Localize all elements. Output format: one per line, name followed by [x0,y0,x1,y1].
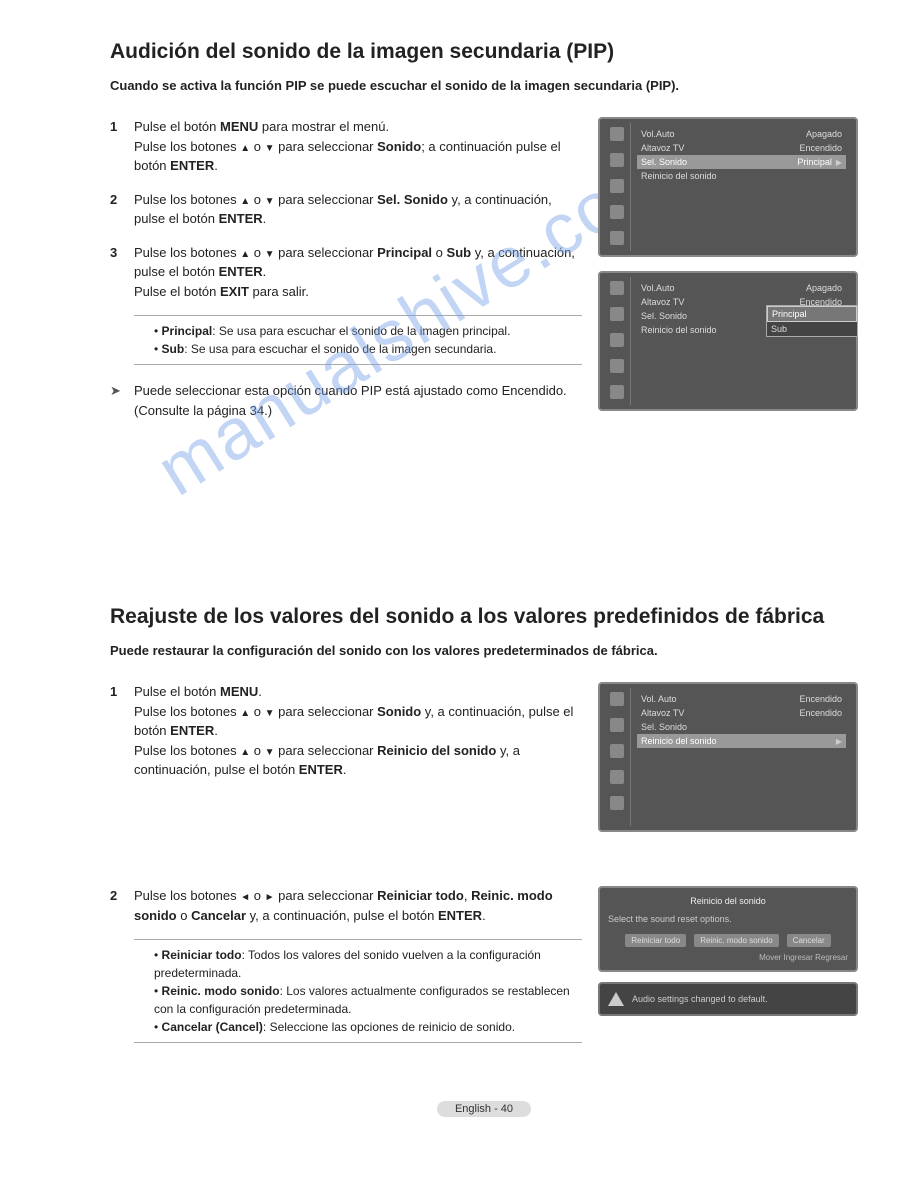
osd-icon [610,796,624,810]
osd-icon [610,205,624,219]
note-item: Reinic. modo sonido: Los valores actualm… [154,982,582,1018]
osd-dialog-button: Reinic. modo sonido [694,934,778,947]
osd-iconstrip [604,688,631,826]
note-item: Principal: Se usa para escuchar el sonid… [154,322,582,340]
osd-icon [610,231,624,245]
up-arrow-icon [240,743,250,758]
osd-row: Altavoz TVEncendido [637,141,846,155]
step: 2Pulse los botones o para seleccionar Se… [110,190,582,229]
section1-right: Vol.AutoApagadoAltavoz TVEncendidoSel. S… [598,117,858,425]
step-number: 1 [110,682,134,780]
step-number: 3 [110,243,134,302]
section2-left: 1Pulse el botón MENU.Pulse los botones o… [110,682,582,846]
down-arrow-icon [265,139,275,154]
section2-title: Reajuste de los valores del sonido a los… [110,605,858,629]
osd-icon [610,179,624,193]
osd-icon [610,692,624,706]
right-arrow-icon [265,888,275,903]
note-item: Cancelar (Cancel): Seleccione las opcion… [154,1018,582,1036]
osd-icon [610,307,624,321]
osd-row: Reinicio del sonido [637,169,846,183]
osd-iconstrip [604,277,631,405]
section1-left: 1Pulse el botón MENU para mostrar el men… [110,117,582,425]
up-arrow-icon [240,192,250,207]
step: 1Pulse el botón MENU.Pulse los botones o… [110,682,582,780]
down-arrow-icon [265,245,275,260]
osd-panel-3: Vol. AutoEncendidoAltavoz TVEncendidoSel… [598,682,858,832]
hint-arrow-icon [110,381,134,420]
osd-icon [610,333,624,347]
osd-icon [610,359,624,373]
step-body: Pulse los botones o para seleccionar Pri… [134,243,582,302]
osd-panel-1: Vol.AutoApagadoAltavoz TVEncendidoSel. S… [598,117,858,257]
osd-panel-2: Vol.AutoApagadoAltavoz TVEncendidoSel. S… [598,271,858,411]
osd-alert-text: Audio settings changed to default. [632,994,768,1004]
osd-dialog: Reinicio del sonido Select the sound res… [598,886,858,972]
note-item: Sub: Se usa para escuchar el sonido de l… [154,340,582,358]
osd-row: Vol.AutoApagado [637,127,846,141]
page-footer: English - 40 [437,1101,531,1117]
osd-icon [610,153,624,167]
step-body: Pulse los botones o para seleccionar Sel… [134,190,582,229]
up-arrow-icon [240,704,250,719]
osd-dialog-button: Cancelar [787,934,831,947]
step-number: 1 [110,117,134,176]
osd-popup-item: Sub [767,322,857,336]
step-number: 2 [110,190,134,229]
osd-dialog-title: Reinicio del sonido [608,896,848,906]
left-arrow-icon [240,888,250,903]
step: 2Pulse los botones o para seleccionar Re… [110,886,582,925]
osd-row: Vol. AutoEncendido [637,692,846,706]
section1-note: Principal: Se usa para escuchar el sonid… [134,315,582,365]
osd-icon [610,127,624,141]
section1-hint: Puede seleccionar esta opción cuando PIP… [110,381,582,420]
section1-hint-text: Puede seleccionar esta opción cuando PIP… [134,381,582,420]
section2-right-1: Vol. AutoEncendidoAltavoz TVEncendidoSel… [598,682,858,846]
osd-row: Vol.AutoApagado [637,281,846,295]
down-arrow-icon [265,704,275,719]
osd-dialog-text: Select the sound reset options. [608,914,848,924]
step-body: Pulse el botón MENU para mostrar el menú… [134,117,582,176]
section2-right-2: Reinicio del sonido Select the sound res… [598,886,858,1059]
osd-popup: PrincipalSub [766,305,858,337]
osd-popup-item: Principal [767,306,857,322]
osd-alert: Audio settings changed to default. [598,982,858,1016]
note-item: Reiniciar todo: Todos los valores del so… [154,946,582,982]
down-arrow-icon [265,743,275,758]
osd-icon [610,385,624,399]
step: 3Pulse los botones o para seleccionar Pr… [110,243,582,302]
osd-icon [610,744,624,758]
osd-dialog-button: Reiniciar todo [625,934,686,947]
osd-row: Reinicio del sonido [637,734,846,748]
section2-note: Reiniciar todo: Todos los valores del so… [134,939,582,1043]
osd-icon [610,281,624,295]
step-body: Pulse los botones o para seleccionar Rei… [134,886,582,925]
osd-icon [610,770,624,784]
osd-icon [610,718,624,732]
osd-row: Altavoz TVEncendido [637,706,846,720]
osd-row: Sel. Sonido [637,720,846,734]
section1-subtitle: Cuando se activa la función PIP se puede… [110,78,858,93]
step-number: 2 [110,886,134,925]
osd-dialog-footer: Mover Ingresar Regresar [608,953,848,962]
osd-row: Sel. SonidoPrincipal [637,155,846,169]
osd-iconstrip [604,123,631,251]
section2-left-2: 2Pulse los botones o para seleccionar Re… [110,886,582,1059]
step: 1Pulse el botón MENU para mostrar el men… [110,117,582,176]
section2-subtitle: Puede restaurar la configuración del son… [110,643,858,658]
warning-icon [608,992,624,1006]
section1-title: Audición del sonido de la imagen secunda… [110,40,858,64]
down-arrow-icon [265,192,275,207]
up-arrow-icon [240,139,250,154]
step-body: Pulse el botón MENU.Pulse los botones o … [134,682,582,780]
up-arrow-icon [240,245,250,260]
